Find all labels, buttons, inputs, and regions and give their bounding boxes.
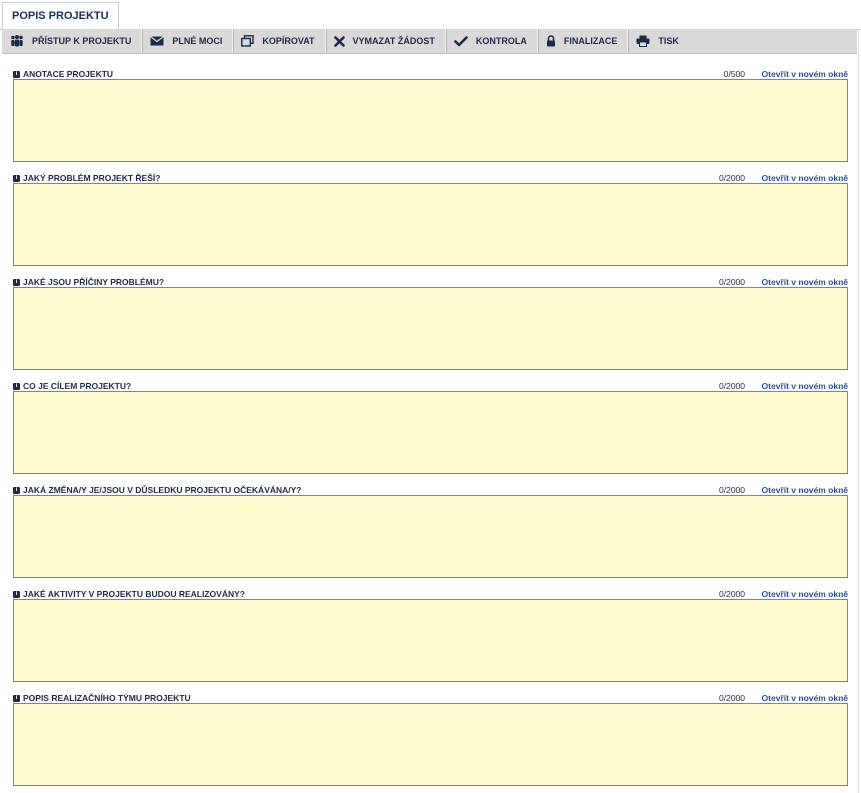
- content-frame-border: [858, 29, 859, 793]
- delete-application-label: VYMAZAT ŽÁDOST: [352, 36, 435, 46]
- x-icon: [333, 35, 345, 47]
- printer-icon: [636, 35, 650, 47]
- field-label: i JAKÉ JSOU PŘÍČINY PROBLÉMU?: [13, 277, 164, 287]
- info-icon[interactable]: i: [13, 590, 20, 598]
- people-icon: [11, 35, 23, 47]
- project-annotation-textarea[interactable]: [13, 79, 848, 162]
- team-description-textarea[interactable]: [13, 703, 848, 786]
- open-new-window-link[interactable]: Otevřít v novém okně: [762, 485, 848, 495]
- envelope-icon: [150, 36, 165, 46]
- char-counter: 0/2000: [719, 277, 745, 287]
- copy-icon: [241, 35, 255, 47]
- char-counter: 0/2000: [719, 173, 745, 183]
- access-to-project-button[interactable]: PŘÍSTUP K PROJEKTU: [2, 29, 143, 53]
- char-counter: 0/2000: [719, 589, 745, 599]
- lock-icon: [546, 35, 555, 47]
- open-new-window-link[interactable]: Otevřít v novém okně: [762, 277, 848, 287]
- char-counter: 0/2000: [719, 485, 745, 495]
- field-label: i CO JE CÍLEM PROJEKTU?: [13, 381, 131, 391]
- toolbar: PŘÍSTUP K PROJEKTU PLNÉ MOCI KOPÍROVAT V…: [2, 29, 857, 54]
- copy-label: KOPÍROVAT: [262, 36, 315, 46]
- print-label: TISK: [658, 36, 679, 46]
- tab-popis-projektu[interactable]: POPIS PROJEKTU: [2, 2, 119, 30]
- info-icon[interactable]: i: [13, 694, 20, 702]
- open-new-window-link[interactable]: Otevřít v novém okně: [762, 173, 848, 183]
- info-icon[interactable]: i: [13, 174, 20, 182]
- info-icon[interactable]: i: [13, 70, 20, 78]
- open-new-window-link[interactable]: Otevřít v novém okně: [762, 381, 848, 391]
- tab-bar: POPIS PROJEKTU: [0, 0, 861, 30]
- open-new-window-link[interactable]: Otevřít v novém okně: [762, 589, 848, 599]
- open-new-window-link[interactable]: Otevřít v novém okně: [762, 69, 848, 79]
- finalize-label: FINALIZACE: [563, 36, 618, 46]
- finalize-button[interactable]: FINALIZACE: [538, 29, 629, 53]
- check-button[interactable]: KONTROLA: [446, 29, 538, 53]
- problem-causes-textarea[interactable]: [13, 287, 848, 370]
- info-icon[interactable]: i: [13, 278, 20, 286]
- field-label: i POPIS REALIZAČNÍHO TÝMU PROJEKTU: [13, 693, 191, 703]
- project-activities-textarea[interactable]: [13, 599, 848, 682]
- delete-application-button[interactable]: VYMAZAT ŽÁDOST: [326, 29, 446, 53]
- checkmark-icon: [454, 35, 468, 46]
- char-counter: 0/500: [723, 69, 745, 79]
- check-label: KONTROLA: [475, 36, 527, 46]
- info-icon[interactable]: i: [13, 486, 20, 494]
- field-label-text: ANOTACE PROJEKTU: [23, 69, 114, 79]
- field-label-text: JAKÉ AKTIVITY V PROJEKTU BUDOU REALIZOVÁ…: [23, 589, 245, 599]
- power-of-attorney-label: PLNÉ MOCI: [172, 36, 223, 46]
- field-label: i JAKÉ AKTIVITY V PROJEKTU BUDOU REALIZOV…: [13, 589, 245, 599]
- power-of-attorney-button[interactable]: PLNÉ MOCI: [142, 29, 234, 53]
- field-label: i JAKÁ ZMĚNA/Y JE/JSOU V DŮSLEDKU PROJEKT…: [13, 485, 302, 495]
- field-label: i JAKÝ PROBLÉM PROJEKT ŘEŠÍ?: [13, 173, 160, 183]
- field-label-text: JAKÉ JSOU PŘÍČINY PROBLÉMU?: [23, 277, 165, 287]
- open-new-window-link[interactable]: Otevřít v novém okně: [762, 693, 848, 703]
- project-goal-textarea[interactable]: [13, 391, 848, 474]
- print-button[interactable]: TISK: [628, 29, 689, 53]
- field-label: i ANOTACE PROJEKTU: [13, 69, 113, 79]
- field-label-text: CO JE CÍLEM PROJEKTU?: [23, 381, 132, 391]
- char-counter: 0/2000: [719, 693, 745, 703]
- access-to-project-label: PŘÍSTUP K PROJEKTU: [32, 36, 132, 46]
- expected-changes-textarea[interactable]: [13, 495, 848, 578]
- copy-button[interactable]: KOPÍROVAT: [233, 29, 326, 53]
- char-counter: 0/2000: [719, 381, 745, 391]
- info-icon[interactable]: i: [13, 382, 20, 390]
- field-label-text: JAKÝ PROBLÉM PROJEKT ŘEŠÍ?: [23, 173, 161, 183]
- project-problem-textarea[interactable]: [13, 183, 848, 266]
- field-label-text: JAKÁ ZMĚNA/Y JE/JSOU V DŮSLEDKU PROJEKTU…: [23, 485, 302, 495]
- field-label-text: POPIS REALIZAČNÍHO TÝMU PROJEKTU: [23, 693, 191, 703]
